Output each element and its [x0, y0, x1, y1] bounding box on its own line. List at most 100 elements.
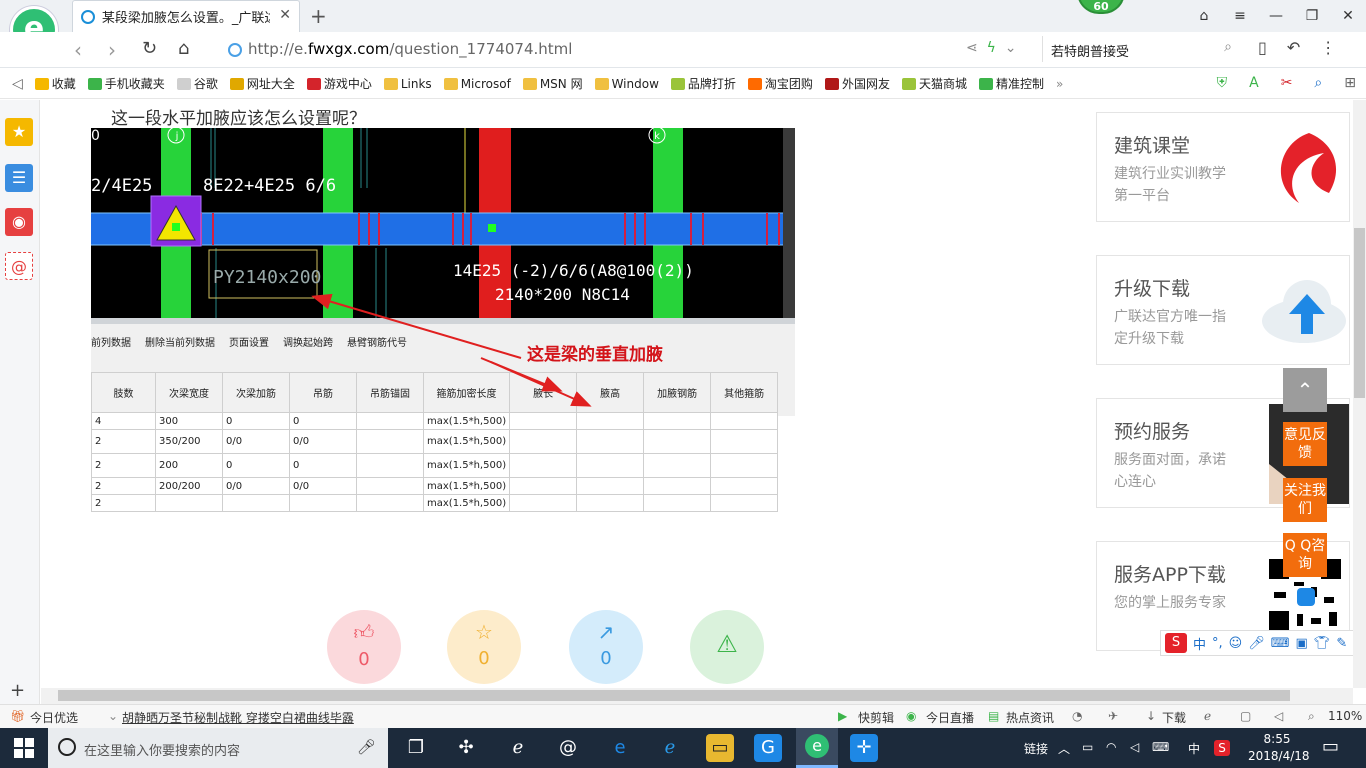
- skin-icon[interactable]: ⌂: [1186, 0, 1222, 32]
- live-link[interactable]: 今日直播: [926, 709, 974, 726]
- new-tab-icon[interactable]: +: [310, 4, 327, 28]
- table-cell[interactable]: 0/0: [289, 477, 357, 495]
- table-cell[interactable]: [356, 477, 424, 495]
- home-icon[interactable]: ⌂: [178, 38, 189, 59]
- grid-icon[interactable]: ⊞: [1344, 75, 1356, 91]
- bookmark-item[interactable]: 手机收藏夹: [87, 75, 165, 92]
- speed-meter-icon[interactable]: ◔: [1072, 709, 1082, 723]
- favorites-star-icon[interactable]: ★: [5, 118, 33, 146]
- table-cell[interactable]: [222, 494, 290, 512]
- table-cell[interactable]: 2: [91, 494, 156, 512]
- table-cell[interactable]: [643, 453, 712, 478]
- share-icon[interactable]: ⋖: [966, 40, 978, 56]
- minimize-icon[interactable]: —: [1258, 0, 1294, 32]
- wifi-icon[interactable]: ◠: [1106, 740, 1116, 754]
- back-icon[interactable]: ‹: [74, 38, 82, 62]
- search-input[interactable]: 若特朗普接受 ⌕: [1042, 36, 1242, 62]
- find-icon[interactable]: ⌕: [1314, 75, 1322, 91]
- weibo-icon[interactable]: ◉: [5, 208, 33, 236]
- table-cell[interactable]: [643, 494, 712, 512]
- table-cell[interactable]: [576, 429, 645, 454]
- card-upgrade-download[interactable]: 升级下载 广联达官方唯一指定升级下载: [1096, 255, 1350, 365]
- table-cell[interactable]: [576, 453, 645, 478]
- emoji-icon[interactable]: ☺: [1229, 636, 1243, 651]
- zoom-level[interactable]: 110%: [1328, 709, 1362, 723]
- edge-icon[interactable]: e: [606, 734, 634, 762]
- qq-consult-button[interactable]: Q Q咨询: [1283, 533, 1327, 577]
- restore-icon[interactable]: ❐: [1294, 0, 1330, 32]
- table-cell[interactable]: [356, 494, 424, 512]
- task-view-icon[interactable]: ❐: [402, 734, 430, 762]
- microphone-icon[interactable]: 🎤︎: [357, 738, 376, 756]
- table-cell[interactable]: 200/200: [155, 477, 223, 495]
- voice-icon[interactable]: 🎤︎: [1248, 636, 1265, 651]
- keyboard-icon[interactable]: ⌨: [1271, 636, 1290, 651]
- bookmark-item[interactable]: Microsof: [443, 77, 511, 91]
- like-button[interactable]: 👍︎ 0: [327, 610, 401, 684]
- bookmark-item[interactable]: 精准控制: [978, 75, 1044, 92]
- bookmark-item[interactable]: 外国网友: [824, 75, 890, 92]
- bookmark-item[interactable]: 游戏中心: [306, 75, 372, 92]
- mobile-icon[interactable]: ▯: [1258, 38, 1267, 57]
- table-cell[interactable]: 200: [155, 453, 223, 478]
- url-input[interactable]: http://e.fwxgx.com/question_1774074.html: [222, 36, 1032, 64]
- menu-icon[interactable]: ≡: [1222, 0, 1258, 32]
- translate-icon[interactable]: A: [1249, 75, 1259, 91]
- table-cell[interactable]: 350/200: [155, 429, 223, 454]
- tray-expand-icon[interactable]: ︿: [1058, 740, 1070, 757]
- favorite-button[interactable]: ☆ 0: [447, 610, 521, 684]
- bookmark-item[interactable]: 品牌打折: [670, 75, 736, 92]
- share-button[interactable]: ↗ 0: [569, 610, 643, 684]
- bookmark-item[interactable]: Window: [594, 77, 659, 91]
- taskbar-search-input[interactable]: 在这里输入你要搜索的内容 🎤︎: [48, 728, 388, 768]
- refresh-icon[interactable]: ↻: [142, 38, 157, 59]
- table-cell[interactable]: [509, 477, 578, 495]
- table-cell[interactable]: max(1.5*h,500): [422, 494, 511, 512]
- more-bookmarks-icon[interactable]: »: [1056, 77, 1063, 91]
- tool-icon[interactable]: ✈: [1108, 709, 1118, 723]
- table-cell[interactable]: [643, 429, 712, 454]
- today-picks-link[interactable]: 今日优选: [30, 709, 78, 726]
- glodon-app-icon[interactable]: G: [754, 734, 782, 762]
- table-cell[interactable]: [356, 429, 424, 454]
- undo-icon[interactable]: ↶: [1287, 38, 1300, 57]
- table-cell[interactable]: 0: [289, 453, 357, 478]
- download-link[interactable]: 下载: [1162, 709, 1186, 726]
- speed-icon[interactable]: ϟ: [987, 40, 996, 56]
- settings-wrench-icon[interactable]: ✎: [1336, 636, 1347, 651]
- feedback-button[interactable]: 意见反馈: [1283, 422, 1327, 466]
- ie-icon[interactable]: ℯ: [656, 734, 684, 762]
- table-row[interactable]: 2 200/200 0/0 0/0 max(1.5*h,500): [91, 477, 779, 495]
- table-cell[interactable]: 0: [222, 453, 290, 478]
- 360-browser-icon[interactable]: ℯ: [504, 734, 532, 762]
- notification-icon[interactable]: ▭: [1322, 736, 1339, 757]
- table-cell[interactable]: max(1.5*h,500): [422, 477, 511, 495]
- forward-icon[interactable]: ›: [108, 38, 116, 62]
- bookmark-item[interactable]: 网址大全: [229, 75, 295, 92]
- sogou-icon[interactable]: S: [1165, 633, 1187, 653]
- table-cell[interactable]: [289, 494, 357, 512]
- table-cell[interactable]: 0/0: [289, 429, 357, 454]
- bookmark-item[interactable]: 淘宝团购: [747, 75, 813, 92]
- bookmark-item[interactable]: Links: [383, 77, 432, 91]
- table-cell[interactable]: max(1.5*h,500): [422, 429, 511, 454]
- table-row[interactable]: 2 max(1.5*h,500): [91, 494, 779, 512]
- table-row[interactable]: 2 200 0 0 max(1.5*h,500): [91, 453, 779, 478]
- punctuation-icon[interactable]: °,: [1212, 636, 1223, 651]
- sidebar-toggle-icon[interactable]: ◁: [12, 76, 23, 92]
- table-cell[interactable]: 2: [91, 453, 156, 478]
- close-tab-icon[interactable]: ✕: [279, 7, 291, 23]
- bookmark-item[interactable]: 天猫商城: [901, 75, 967, 92]
- search-icon[interactable]: ⌕: [1224, 39, 1232, 55]
- follow-us-button[interactable]: 关注我们: [1283, 478, 1327, 522]
- scissors-icon[interactable]: ✂: [1281, 75, 1293, 91]
- table-cell[interactable]: [356, 453, 424, 478]
- browser-tab[interactable]: 某段梁加腋怎么设置。_广联达服 ✕: [72, 0, 300, 32]
- clock[interactable]: 8:55 2018/4/18: [1248, 731, 1310, 765]
- table-cell[interactable]: [710, 494, 779, 512]
- skin-shirt-icon[interactable]: 👕︎: [1314, 636, 1331, 651]
- table-cell[interactable]: [509, 453, 578, 478]
- volume-icon[interactable]: ◁: [1130, 740, 1139, 754]
- add-sidebar-icon[interactable]: +: [10, 680, 25, 701]
- table-cell[interactable]: [643, 477, 712, 495]
